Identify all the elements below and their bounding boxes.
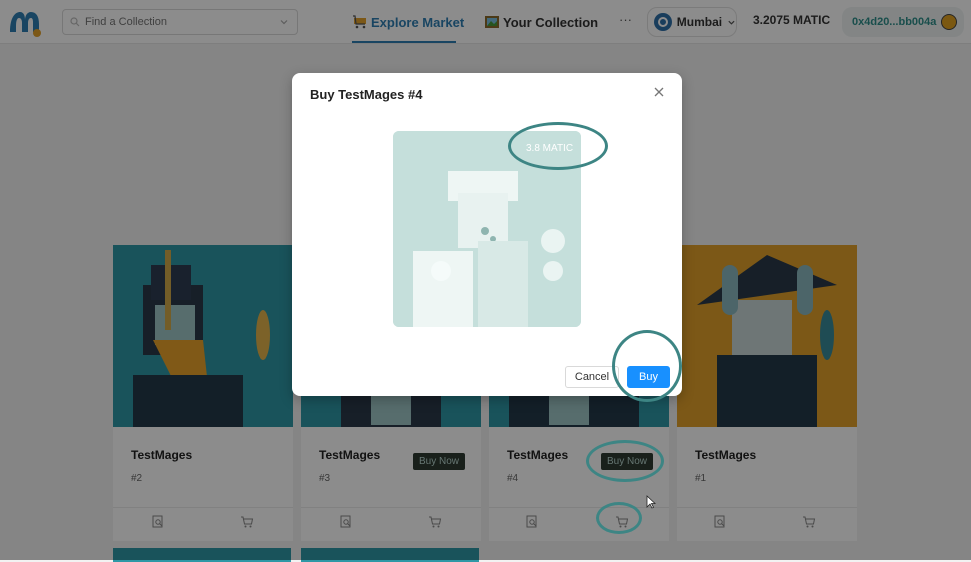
cancel-button[interactable]: Cancel [565, 366, 619, 388]
annotation-circle [596, 502, 642, 534]
modal-title: Buy TestMages #4 [310, 87, 423, 102]
annotation-circle [612, 330, 682, 402]
annotation-circle [508, 122, 608, 170]
annotation-circle [586, 440, 664, 482]
mouse-cursor-icon [646, 495, 656, 509]
close-icon[interactable] [652, 85, 666, 99]
